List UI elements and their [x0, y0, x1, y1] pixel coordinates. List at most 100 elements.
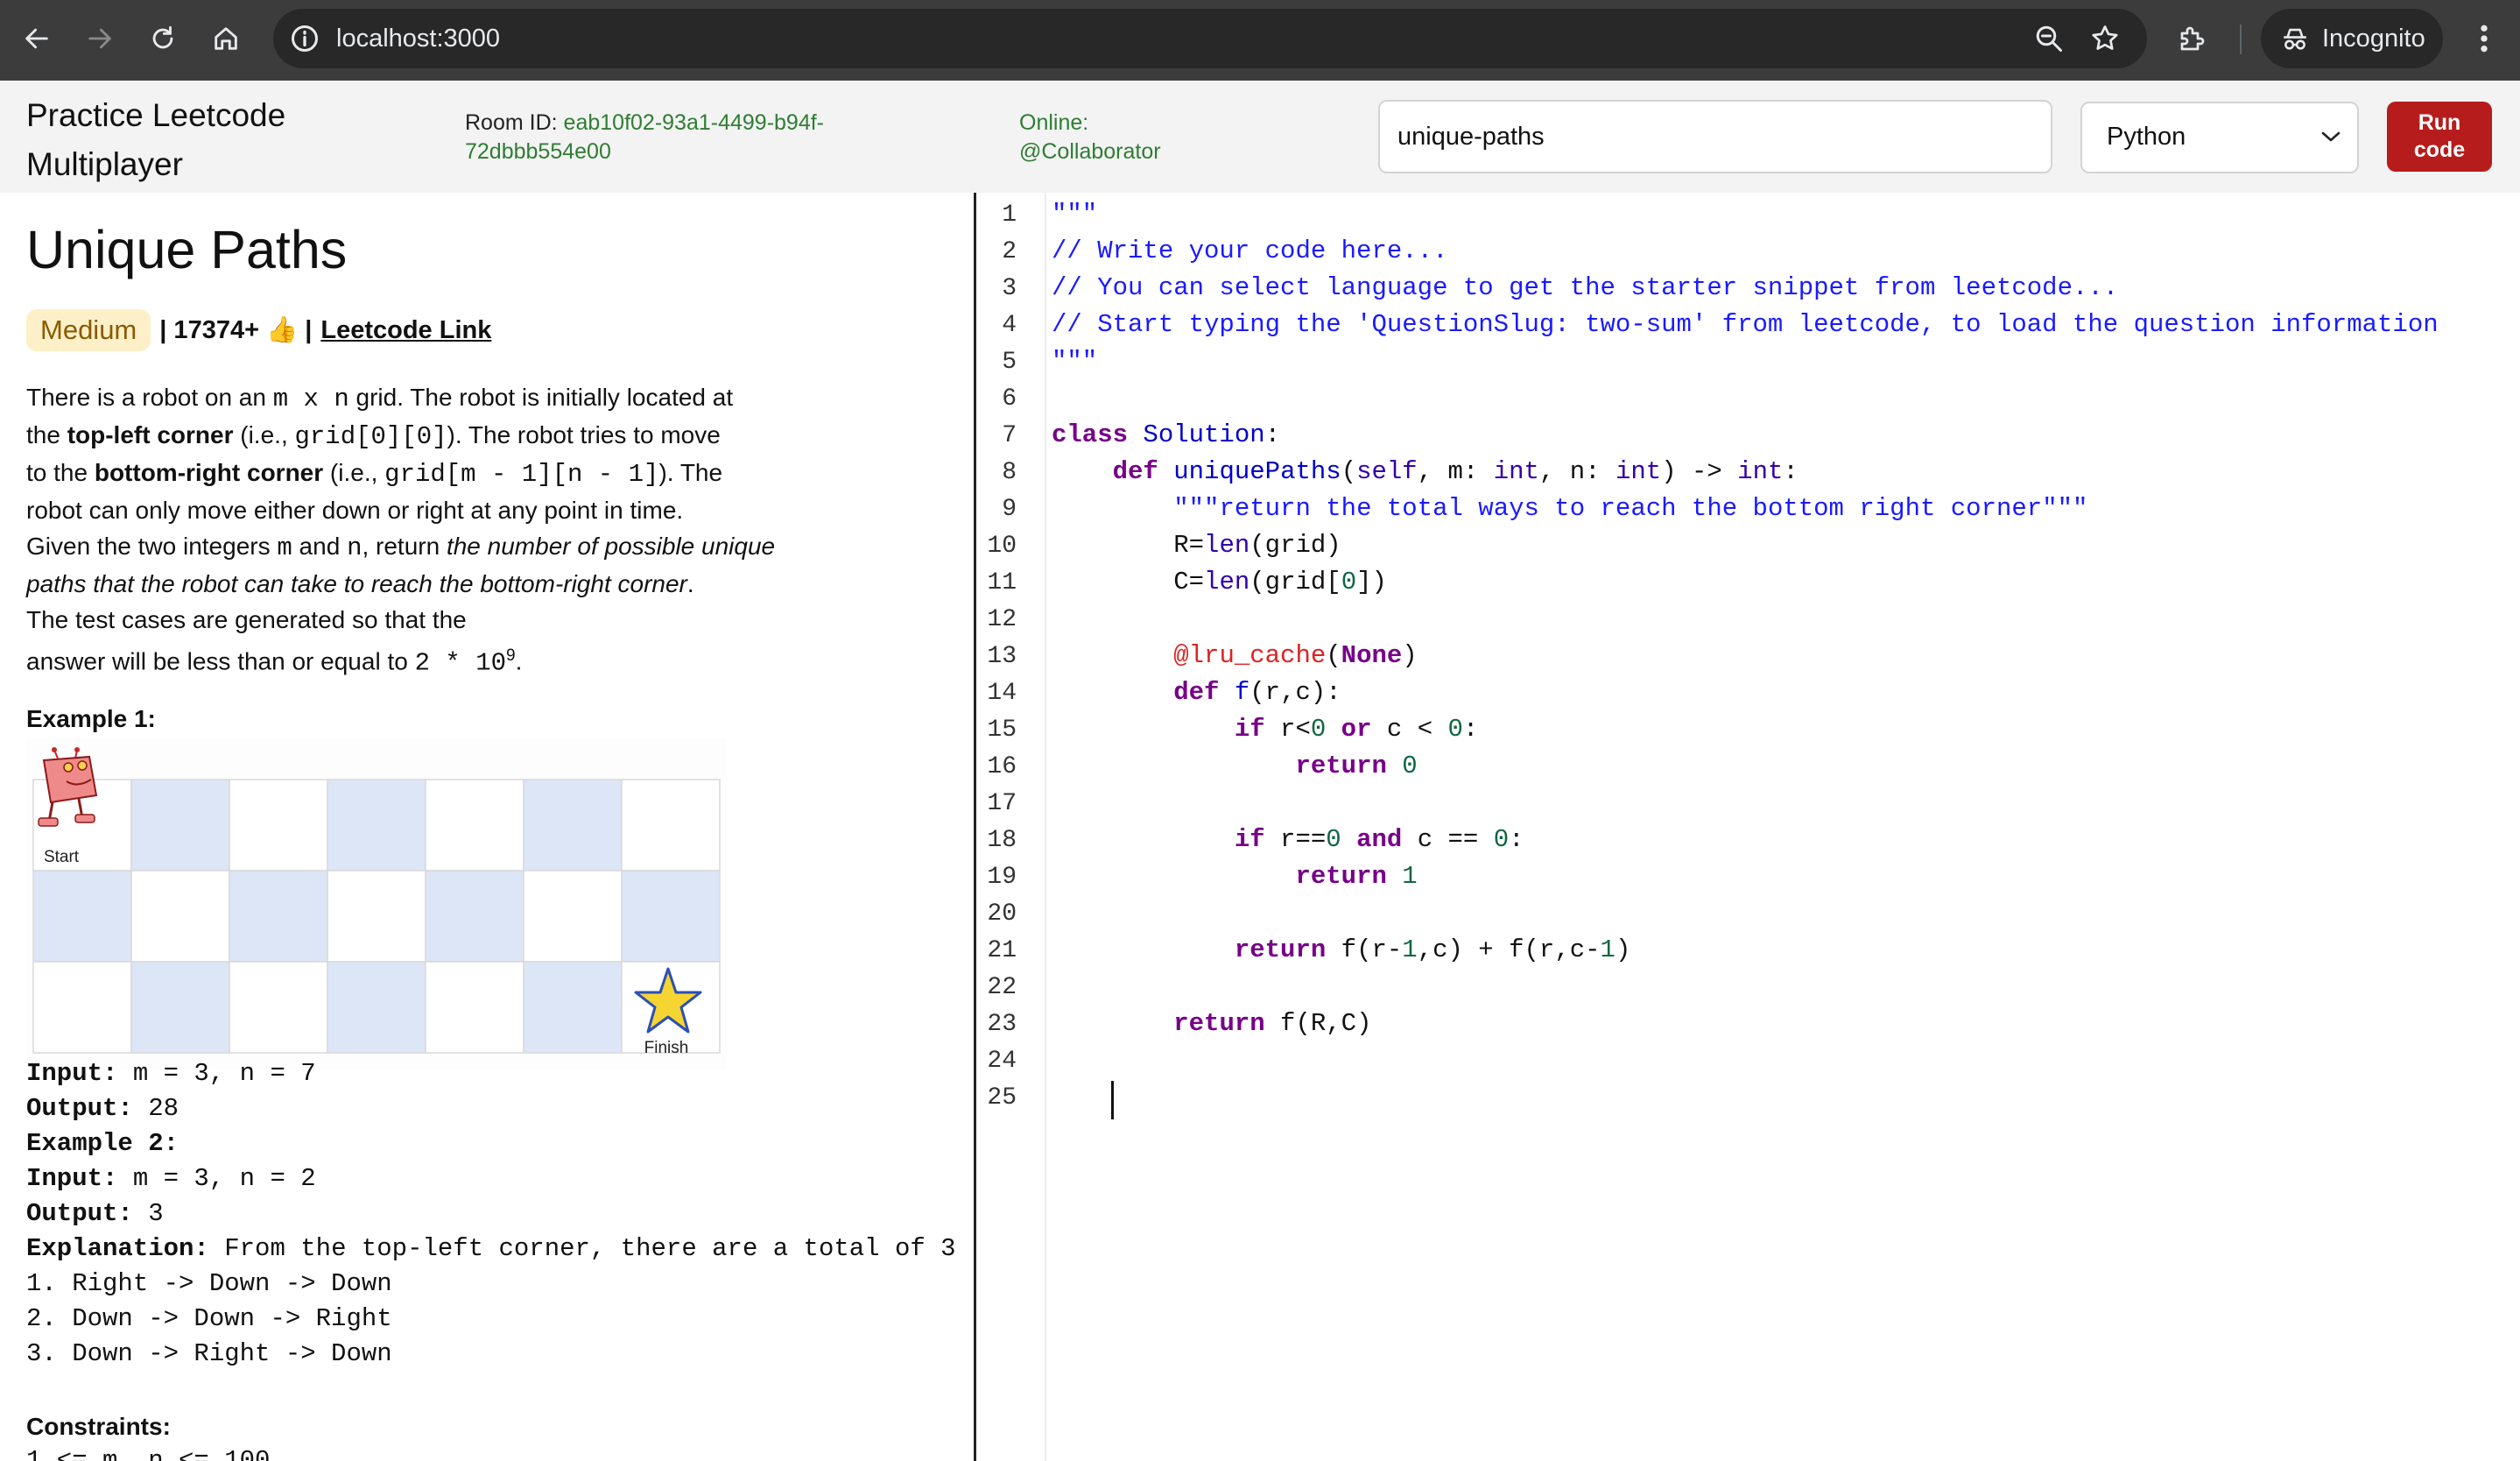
constraints-heading: Constraints:: [26, 1413, 171, 1440]
line-number: 18: [987, 827, 1017, 854]
line-number: 11: [987, 569, 1017, 596]
line-number-gutter: 1 2 3 4 5 6 7 8 9 10 11 12 13 14 15 16 17 18 19 20 21 22 23 24 2…: [976, 193, 1046, 1461]
grid-cell: [425, 870, 524, 963]
online-user: @Collaborator: [1019, 139, 1161, 164]
grid-cell: [327, 779, 426, 872]
line-number: 21: [987, 937, 1017, 964]
menu-kebab-icon[interactable]: [2469, 21, 2499, 56]
grid-cell: [229, 870, 328, 963]
line-number: 24: [987, 1048, 1017, 1075]
leetcode-link[interactable]: Leetcode Link: [320, 316, 491, 345]
app-header: Practice Leetcode Multiplayer Room ID: e…: [0, 81, 2520, 193]
online-users: Online: @Collaborator: [1019, 109, 1282, 166]
online-label: Online:: [1019, 110, 1089, 135]
line-number: 9: [1002, 496, 1017, 523]
grid-cell: [621, 870, 721, 963]
room-id-value-cont: 72dbbb554e00: [465, 139, 611, 164]
incognito-profile-button[interactable]: Incognito: [2261, 9, 2443, 68]
run-code-button[interactable]: Run code: [2387, 102, 2492, 172]
code-line: def f(r,c):: [1173, 678, 1341, 707]
problem-title: Unique Paths: [26, 220, 348, 279]
address-bar[interactable]: localhost:3000: [273, 9, 2147, 68]
grid-cell: [130, 870, 230, 963]
line-number: 8: [1002, 459, 1017, 486]
line-number: 12: [987, 606, 1017, 633]
line-number: 19: [987, 864, 1017, 891]
code-line: return f(r-1,c) + f(r,c-1): [1234, 935, 1631, 964]
code-line: // Start typing the 'QuestionSlug: two-s…: [1052, 310, 2439, 339]
grid-cell: [523, 870, 623, 963]
code-line: R=len(grid): [1173, 531, 1341, 560]
grid-cell: [425, 779, 524, 872]
line-number: 22: [987, 974, 1017, 1001]
forward-arrow-icon[interactable]: [81, 19, 119, 58]
grid-cell: [229, 961, 328, 1054]
toolbar-separator: [2240, 25, 2242, 54]
line-number: 1: [1002, 201, 1017, 229]
code-editor[interactable]: 1 2 3 4 5 6 7 8 9 10 11 12 13 14 15 16 17 18 19 20 21 22 23 24 2…: [976, 193, 2520, 1461]
problem-meta: Medium | 17374+ 👍 | Leetcode Link: [26, 308, 491, 352]
incognito-icon: [2284, 28, 2306, 50]
zoom-icon[interactable]: [2033, 23, 2065, 54]
line-number: 20: [987, 900, 1017, 928]
home-icon[interactable]: [207, 19, 245, 58]
code-line: // You can select language to get the st…: [1052, 273, 2119, 302]
line-number: 15: [987, 716, 1017, 744]
chevron-down-icon: [2321, 131, 2341, 142]
grid-cell: [425, 961, 524, 1054]
grid-finish-label: Finish: [644, 1039, 689, 1057]
grid-start-label: Start: [44, 848, 80, 866]
problem-panel[interactable]: Unique Paths Medium | 17374+ 👍 | Leetcod…: [0, 193, 974, 1461]
example-1-heading: Example 1:: [26, 705, 156, 732]
grid-cell: [327, 870, 426, 963]
line-number: 16: [987, 753, 1017, 780]
room-id-value: eab10f02-93a1-4499-b94f-: [563, 110, 825, 135]
line-number: 17: [987, 790, 1017, 817]
line-number: 13: [987, 643, 1017, 670]
example-2-io: Input: m = 3, n = 2 Output: 3 Explanation:…: [26, 1164, 956, 1368]
room-id: Room ID: eab10f02-93a1-4499-b94f- 72dbbb…: [465, 109, 920, 166]
room-id-label: Room ID:: [465, 110, 558, 135]
line-number: 5: [1002, 349, 1017, 376]
line-number: 14: [987, 680, 1017, 707]
code-line: """return the total ways to reach the bo…: [1173, 494, 2088, 523]
grid-cell: [621, 779, 721, 872]
example-2-heading: Example 2:: [26, 1129, 179, 1158]
code-line: return f(R,C): [1173, 1009, 1372, 1038]
code-line: if r<0 or c < 0:: [1234, 715, 1479, 744]
code-line: def uniquePaths(self, m: int, n: int) ->…: [1112, 457, 1798, 486]
site-info-icon[interactable]: [289, 23, 320, 54]
grid-cell: [229, 779, 328, 872]
line-number: 6: [1002, 385, 1017, 413]
text-cursor: [1111, 1081, 1114, 1119]
grid-cell: [32, 961, 132, 1054]
code-line: C=len(grid[0]): [1173, 568, 1387, 596]
extensions-icon[interactable]: [2177, 23, 2208, 54]
url-text: localhost:3000: [336, 25, 501, 53]
constraint-item: 1 <= m, n <= 100: [26, 1446, 271, 1461]
code-line: return 1: [1295, 862, 1418, 891]
back-arrow-icon[interactable]: [18, 19, 56, 58]
example-grid-image: Start Finish: [26, 738, 727, 1070]
line-number: 7: [1002, 422, 1017, 449]
line-number: 25: [987, 1084, 1017, 1112]
app-title: Practice Leetcode Multiplayer: [26, 97, 286, 182]
problem-description: There is a robot on an m x n grid. The r…: [26, 384, 776, 678]
line-number: 23: [987, 1011, 1017, 1038]
question-slug-input[interactable]: [1378, 100, 2052, 173]
grid-cell: [523, 961, 623, 1054]
bookmark-star-icon[interactable]: [2089, 23, 2121, 54]
code-line: class Solution:: [1052, 420, 1281, 449]
likes-count: | 17374+ 👍 |: [159, 316, 313, 344]
incognito-label: Incognito: [2322, 25, 2425, 53]
browser-toolbar: localhost:3000 Incognito: [0, 0, 2520, 81]
grid-cell: [327, 961, 426, 1054]
line-number: 3: [1002, 275, 1017, 302]
language-select[interactable]: Python: [2080, 102, 2359, 173]
code-line: """: [1052, 200, 1098, 229]
grid-cell: [130, 961, 230, 1054]
reload-icon[interactable]: [144, 19, 182, 58]
example-1-io: Input: m = 3, n = 7 Output: 28: [26, 1059, 316, 1123]
code-line: // Write your code here...: [1052, 236, 1448, 265]
code-line: """: [1052, 347, 1098, 376]
